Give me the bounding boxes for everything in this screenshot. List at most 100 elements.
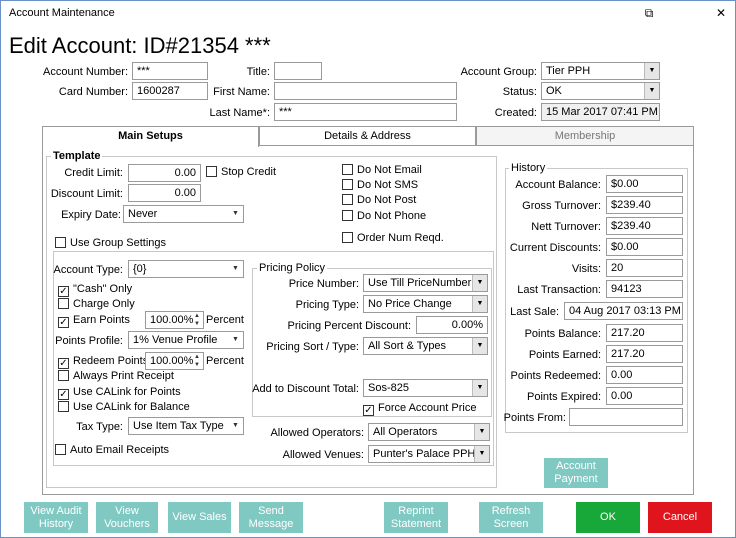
do-not-sms-checkbox[interactable]: Do Not SMS [342, 179, 418, 193]
account-payment-button[interactable]: Account Payment [544, 458, 608, 488]
title-field[interactable] [274, 62, 322, 80]
order-num-reqd-label: Order Num Reqd. [357, 232, 444, 244]
redeem-points-label: Redeem Points [73, 355, 149, 367]
do-not-email-checkbox[interactable]: Do Not Email [342, 164, 422, 178]
checkbox-box [342, 194, 353, 205]
tab-main-setups[interactable]: Main Setups [42, 126, 259, 147]
tax-type-label: Tax Type: [76, 421, 123, 433]
tab-details-address[interactable]: Details & Address [259, 126, 476, 146]
auto-email-receipts-checkbox[interactable]: Auto Email Receipts [55, 444, 169, 458]
cancel-button[interactable]: Cancel [648, 502, 712, 533]
spin-up-icon[interactable]: ▲ [192, 353, 202, 361]
ok-button[interactable]: OK [576, 502, 640, 533]
restore-icon[interactable]: ⧉ [641, 5, 657, 21]
credit-limit-field[interactable]: 0.00 [128, 164, 201, 182]
send-message-button[interactable]: Send Message [239, 502, 303, 533]
earn-points-percent-label: Percent [206, 314, 244, 326]
allowed-operators-select[interactable]: All Operators ▼ [368, 423, 490, 441]
chevron-down-icon: ▼ [472, 275, 487, 291]
current-discounts-field: $0.00 [606, 238, 683, 256]
last-sale-field: 04 Aug 2017 03:13 PM [564, 302, 683, 320]
view-vouchers-button[interactable]: View Vouchers [96, 502, 158, 533]
checkbox-box [58, 370, 69, 381]
spin-down-icon[interactable]: ▼ [192, 320, 202, 328]
nett-turnover-label: Nett Turnover: [531, 221, 601, 233]
reprint-statement-button[interactable]: Reprint Statement [384, 502, 448, 533]
redeem-points-checkbox[interactable]: ✓ Redeem Points [58, 355, 148, 369]
do-not-phone-checkbox[interactable]: Do Not Phone [342, 210, 426, 224]
nett-turnover-field: $239.40 [606, 217, 683, 235]
force-account-price-checkbox[interactable]: ✓ Force Account Price [363, 402, 476, 416]
spin-up-icon[interactable]: ▲ [192, 312, 202, 320]
pricing-sort-label: Pricing Sort / Type: [266, 341, 359, 353]
reprint-line2: Statement [390, 517, 442, 530]
chevron-down-icon: ▼ [474, 446, 489, 462]
chevron-down-icon: ▼ [472, 296, 487, 312]
redeem-points-percent-label: Percent [206, 355, 244, 367]
gross-turnover-label: Gross Turnover: [522, 200, 601, 212]
spin-down-icon[interactable]: ▼ [192, 361, 202, 369]
stop-credit-checkbox[interactable]: Stop Credit [206, 166, 276, 180]
view-audit-history-button[interactable]: View Audit History [24, 502, 88, 533]
title-bar: Account Maintenance ⧉ ✕ [1, 1, 735, 25]
card-number-field[interactable]: 1600287 [132, 82, 208, 100]
use-group-settings-checkbox[interactable]: Use Group Settings [55, 237, 166, 251]
order-num-reqd-checkbox[interactable]: Order Num Reqd. [342, 232, 444, 246]
earn-points-checkbox[interactable]: ✓ Earn Points [58, 314, 130, 328]
redeem-points-spinner[interactable]: ▲ ▼ [192, 353, 202, 369]
account-balance-label: Account Balance: [515, 179, 601, 191]
last-name-label: Last Name*: [209, 107, 270, 119]
last-sale-label: Last Sale: [510, 306, 559, 318]
account-number-field[interactable]: *** [132, 62, 208, 80]
cash-only-checkbox[interactable]: ✓ "Cash" Only [58, 283, 132, 297]
points-balance-field: 217.20 [606, 324, 683, 342]
points-profile-select[interactable]: 1% Venue Profile ▼ [128, 331, 244, 349]
tax-type-select[interactable]: Use Item Tax Type ▼ [128, 417, 244, 435]
points-profile-value: 1% Venue Profile [133, 334, 218, 346]
price-number-select[interactable]: Use Till PriceNumber ▼ [363, 274, 488, 292]
refresh-screen-button[interactable]: Refresh Screen [479, 502, 543, 533]
points-earned-field: 217.20 [606, 345, 683, 363]
points-from-field[interactable] [569, 408, 683, 426]
points-earned-label: Points Earned: [528, 349, 601, 361]
tab-membership[interactable]: Membership [476, 126, 694, 146]
add-discount-value: Sos-825 [368, 382, 409, 394]
redeem-points-value: 100.00% [150, 355, 194, 367]
current-discounts-label: Current Discounts: [509, 242, 601, 254]
allowed-venues-select[interactable]: Punter's Palace PPH ▼ [368, 445, 490, 463]
earn-points-label: Earn Points [73, 314, 130, 326]
add-discount-label: Add to Discount Total: [252, 383, 359, 395]
discount-limit-field[interactable]: 0.00 [128, 184, 201, 202]
earn-points-value: 100.00% [150, 314, 194, 326]
use-calink-points-checkbox[interactable]: ✓ Use CALink for Points [58, 386, 181, 400]
chevron-down-icon: ▼ [474, 424, 489, 440]
last-transaction-field: 94123 [606, 280, 683, 298]
add-discount-select[interactable]: Sos-825 ▼ [363, 379, 488, 397]
expiry-date-select[interactable]: Never ▼ [123, 205, 244, 223]
charge-only-checkbox[interactable]: Charge Only [58, 298, 135, 312]
pricing-type-value: No Price Change [368, 298, 452, 310]
earn-points-spinner[interactable]: ▲ ▼ [192, 312, 202, 328]
points-balance-label: Points Balance: [524, 328, 601, 340]
view-audit-line2: History [38, 517, 74, 530]
always-print-receipt-checkbox[interactable]: Always Print Receipt [58, 370, 174, 384]
last-name-field[interactable]: *** [274, 103, 457, 121]
use-calink-balance-checkbox[interactable]: Use CALink for Balance [58, 401, 190, 415]
cash-only-label: "Cash" Only [73, 283, 133, 295]
pricing-sort-select[interactable]: All Sort & Types ▼ [363, 337, 488, 355]
do-not-post-label: Do Not Post [357, 194, 417, 206]
close-icon[interactable]: ✕ [713, 5, 729, 21]
pricing-type-select[interactable]: No Price Change ▼ [363, 295, 488, 313]
account-group-select[interactable]: Tier PPH ▼ [541, 62, 660, 80]
first-name-field[interactable] [274, 82, 457, 100]
pricing-percent-field[interactable]: 0.00% [416, 316, 488, 334]
always-print-receipt-label: Always Print Receipt [73, 370, 174, 382]
chevron-down-icon: ▼ [228, 261, 243, 277]
status-select[interactable]: OK ▼ [541, 82, 660, 100]
do-not-post-checkbox[interactable]: Do Not Post [342, 194, 416, 208]
account-type-select[interactable]: {0} ▼ [128, 260, 244, 278]
points-expired-label: Points Expired: [527, 391, 601, 403]
points-redeemed-field: 0.00 [606, 366, 683, 384]
main-setups-panel: Template Credit Limit: 0.00 Stop Credit … [42, 145, 694, 495]
view-sales-button[interactable]: View Sales [168, 502, 231, 533]
